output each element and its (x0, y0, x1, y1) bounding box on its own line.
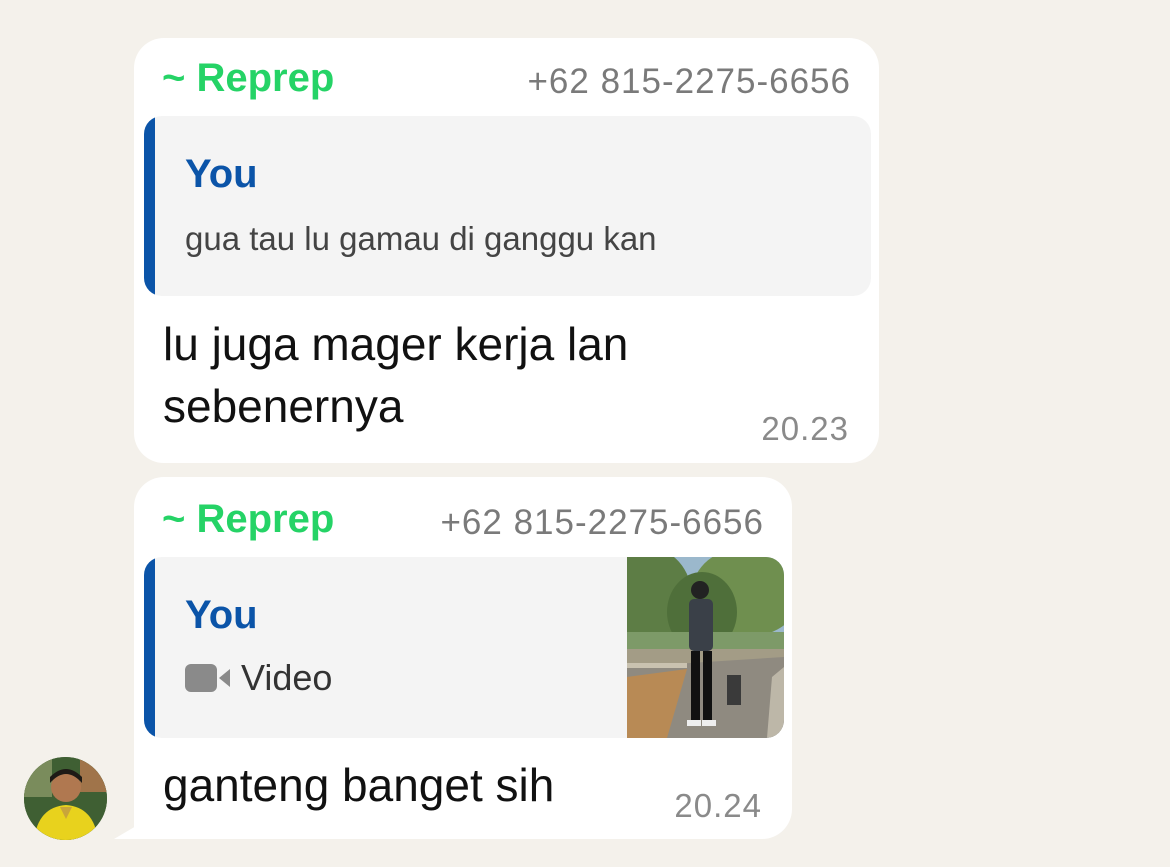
message-text: ganteng banget sih (163, 759, 555, 811)
sender-name[interactable]: ~ Reprep (162, 56, 334, 101)
quote-accent-bar (144, 557, 155, 738)
sender-phone: +62 815-2275-6656 (527, 62, 851, 101)
message-time: 20.23 (761, 410, 849, 447)
quote-author: You (185, 152, 258, 196)
message-bubble[interactable]: ~ Reprep +62 815-2275-6656 You Video gan… (134, 477, 792, 839)
avatar[interactable] (24, 757, 107, 840)
video-thumbnail[interactable] (627, 557, 784, 738)
quote-text: gua tau lu gamau di ganggu kan (185, 220, 657, 257)
message-bubble[interactable]: ~ Reprep +62 815-2275-6656 You gua tau l… (134, 38, 879, 463)
quoted-message[interactable]: You Video (144, 557, 784, 738)
message-text: lu juga mager kerja lan sebenernya (163, 313, 628, 437)
message-text-line: sebenernya (163, 380, 404, 432)
quote-author: You (185, 593, 258, 637)
message-text-line: lu juga mager kerja lan (163, 318, 629, 370)
quote-media-label: Video (185, 657, 332, 699)
quoted-message[interactable]: You gua tau lu gamau di ganggu kan (144, 116, 871, 296)
video-camera-icon (185, 664, 231, 692)
quote-accent-bar (144, 116, 155, 296)
message-time: 20.24 (674, 787, 762, 824)
sender-name[interactable]: ~ Reprep (162, 497, 334, 542)
quote-media-type: Video (241, 657, 333, 698)
sender-phone: +62 815-2275-6656 (440, 503, 764, 542)
